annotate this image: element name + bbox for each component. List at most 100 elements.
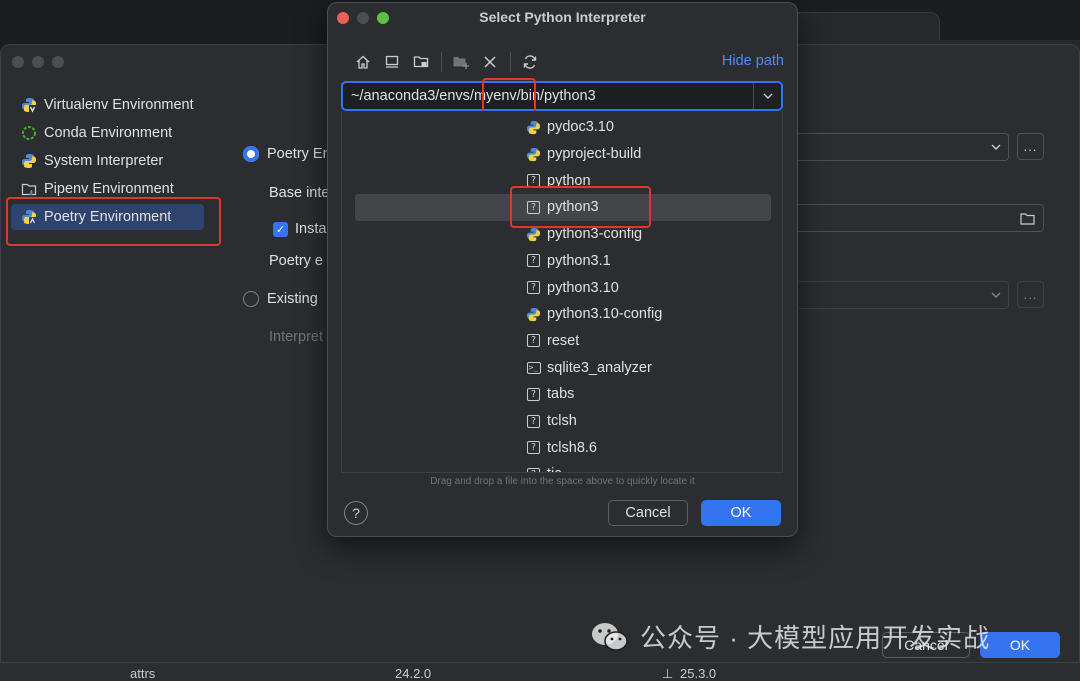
watermark-text: 公众号 · 大模型应用开发实战: [640, 623, 991, 653]
python-icon: [526, 147, 541, 162]
zoom-window-button[interactable]: [52, 56, 64, 68]
ok-button[interactable]: OK: [701, 500, 781, 526]
upgrade-icon: ⊥: [662, 666, 674, 681]
file-name: python3.1: [547, 252, 611, 269]
refresh-icon: [523, 55, 537, 69]
path-input[interactable]: ~/anaconda3/envs/myenv/bin/python3: [341, 81, 783, 111]
file-row[interactable]: ? python3.10: [342, 274, 782, 301]
unknown-file-icon: ?: [526, 200, 541, 215]
hide-path-link[interactable]: Hide path: [722, 53, 784, 69]
file-row[interactable]: pydoc3.10: [342, 114, 782, 141]
file-row[interactable]: python3.10-config: [342, 301, 782, 328]
desktop-icon: [385, 55, 399, 68]
environment-list: Virtualenv Environment Conda Environment…: [1, 91, 226, 231]
env-item-conda[interactable]: Conda Environment: [1, 119, 226, 147]
file-name: sqlite3_analyzer: [547, 359, 652, 376]
python-icon: [526, 307, 541, 322]
env-item-pipenv[interactable]: Pipenv Environment: [1, 175, 226, 203]
new-folder-button[interactable]: [450, 51, 472, 73]
file-name: tabs: [547, 386, 575, 403]
file-row[interactable]: >_ sqlite3_analyzer: [342, 354, 782, 381]
file-name: pydoc3.10: [547, 119, 614, 136]
unknown-file-icon: ?: [526, 173, 541, 188]
unknown-file-icon: ?: [526, 467, 541, 472]
select-python-interpreter-dialog: Select Python Interpreter Hide path ~/an…: [327, 2, 798, 537]
base-interpreter-combo[interactable]: [791, 133, 1009, 161]
delete-button[interactable]: [479, 51, 501, 73]
dialog-title: Select Python Interpreter: [479, 9, 646, 25]
env-item-poetry[interactable]: Poetry Environment: [1, 203, 226, 231]
package-name: attrs: [130, 666, 156, 681]
new-folder-icon: [453, 57, 469, 69]
minimize-window-button[interactable]: [32, 56, 44, 68]
file-row[interactable]: ? tclsh8.6: [342, 434, 782, 461]
radio-existing-environment[interactable]: [243, 291, 259, 307]
interpreter-label: Interpret: [269, 329, 323, 345]
toolbar-separator: [510, 52, 511, 72]
home-button[interactable]: [352, 51, 374, 73]
base-interpreter-browse-button[interactable]: ...: [1017, 133, 1044, 160]
package-latest-version: 25.3.0: [680, 666, 717, 681]
unknown-file-icon: ?: [526, 387, 541, 402]
refresh-button[interactable]: [519, 51, 541, 73]
file-name: tclsh8.6: [547, 439, 597, 456]
radio-new-environment[interactable]: [243, 146, 259, 162]
poetry-executable-field[interactable]: [791, 204, 1044, 232]
cancel-button[interactable]: Cancel: [608, 500, 688, 526]
poetry-executable-label: Poetry e: [269, 253, 323, 269]
unknown-file-icon: ?: [526, 280, 541, 295]
file-row[interactable]: ? tclsh: [342, 408, 782, 435]
package-version: 24.2.0: [395, 666, 432, 681]
unknown-file-icon: ?: [526, 414, 541, 429]
install-packages-label: Insta: [295, 221, 327, 237]
packages-table-row: attrs 24.2.0 ⊥ 25.3.0: [0, 662, 1080, 681]
file-row[interactable]: python3-config: [342, 221, 782, 248]
unknown-file-icon: ?: [526, 440, 541, 455]
project-folder-icon: [413, 56, 429, 68]
existing-interpreter-browse-button[interactable]: ...: [1017, 281, 1044, 308]
env-item-virtualenv[interactable]: Virtualenv Environment: [1, 91, 226, 119]
file-row[interactable]: ? python3: [342, 194, 782, 221]
close-icon: [484, 56, 496, 68]
file-row[interactable]: ? tabs: [342, 381, 782, 408]
file-name: python3.10-config: [547, 306, 663, 323]
background-ok-button[interactable]: OK: [980, 632, 1060, 658]
home-icon: [356, 55, 370, 69]
python-icon: [526, 120, 541, 135]
radio-new-environment-label: Poetry En: [267, 146, 331, 162]
path-input-value: ~/anaconda3/envs/myenv/bin/python3: [351, 88, 596, 104]
folder-icon: [1020, 213, 1035, 225]
env-item-system[interactable]: System Interpreter: [1, 147, 226, 175]
conda-icon: [21, 125, 37, 141]
file-row[interactable]: ? python: [342, 167, 782, 194]
chevron-down-icon: [991, 144, 1001, 150]
toolbar-separator: [441, 52, 442, 72]
unknown-file-icon: ?: [526, 333, 541, 348]
terminal-icon: >_: [526, 360, 541, 375]
existing-interpreter-combo[interactable]: [791, 281, 1009, 309]
project-directory-button[interactable]: [410, 51, 432, 73]
file-name: python: [547, 172, 591, 189]
path-history-dropdown[interactable]: [753, 83, 781, 109]
file-name: python3.10: [547, 279, 619, 296]
file-row[interactable]: ? tic: [342, 461, 782, 472]
poetry-icon: [21, 209, 37, 225]
file-name: python3: [547, 199, 599, 216]
file-name: tic: [547, 466, 562, 472]
file-row[interactable]: pyproject-build: [342, 141, 782, 168]
file-name: reset: [547, 332, 580, 349]
help-button[interactable]: ?: [344, 501, 368, 525]
file-row[interactable]: ? reset: [342, 328, 782, 355]
pipenv-icon: [21, 181, 37, 197]
desktop-button[interactable]: [381, 51, 403, 73]
file-row[interactable]: ? python3.1: [342, 248, 782, 275]
file-tree[interactable]: pydoc3.10 pyproject-build? python? python3 p…: [341, 111, 783, 473]
chevron-down-icon: [991, 292, 1001, 298]
virtualenv-icon: [21, 97, 37, 113]
close-window-button[interactable]: [12, 56, 24, 68]
drag-drop-hint: Drag and drop a file into the space abov…: [430, 476, 695, 487]
install-packages-checkbox[interactable]: ✓: [273, 221, 288, 237]
radio-existing-environment-label: Existing: [267, 291, 318, 307]
file-chooser-toolbar: [352, 51, 548, 73]
file-name: pyproject-build: [547, 146, 642, 163]
